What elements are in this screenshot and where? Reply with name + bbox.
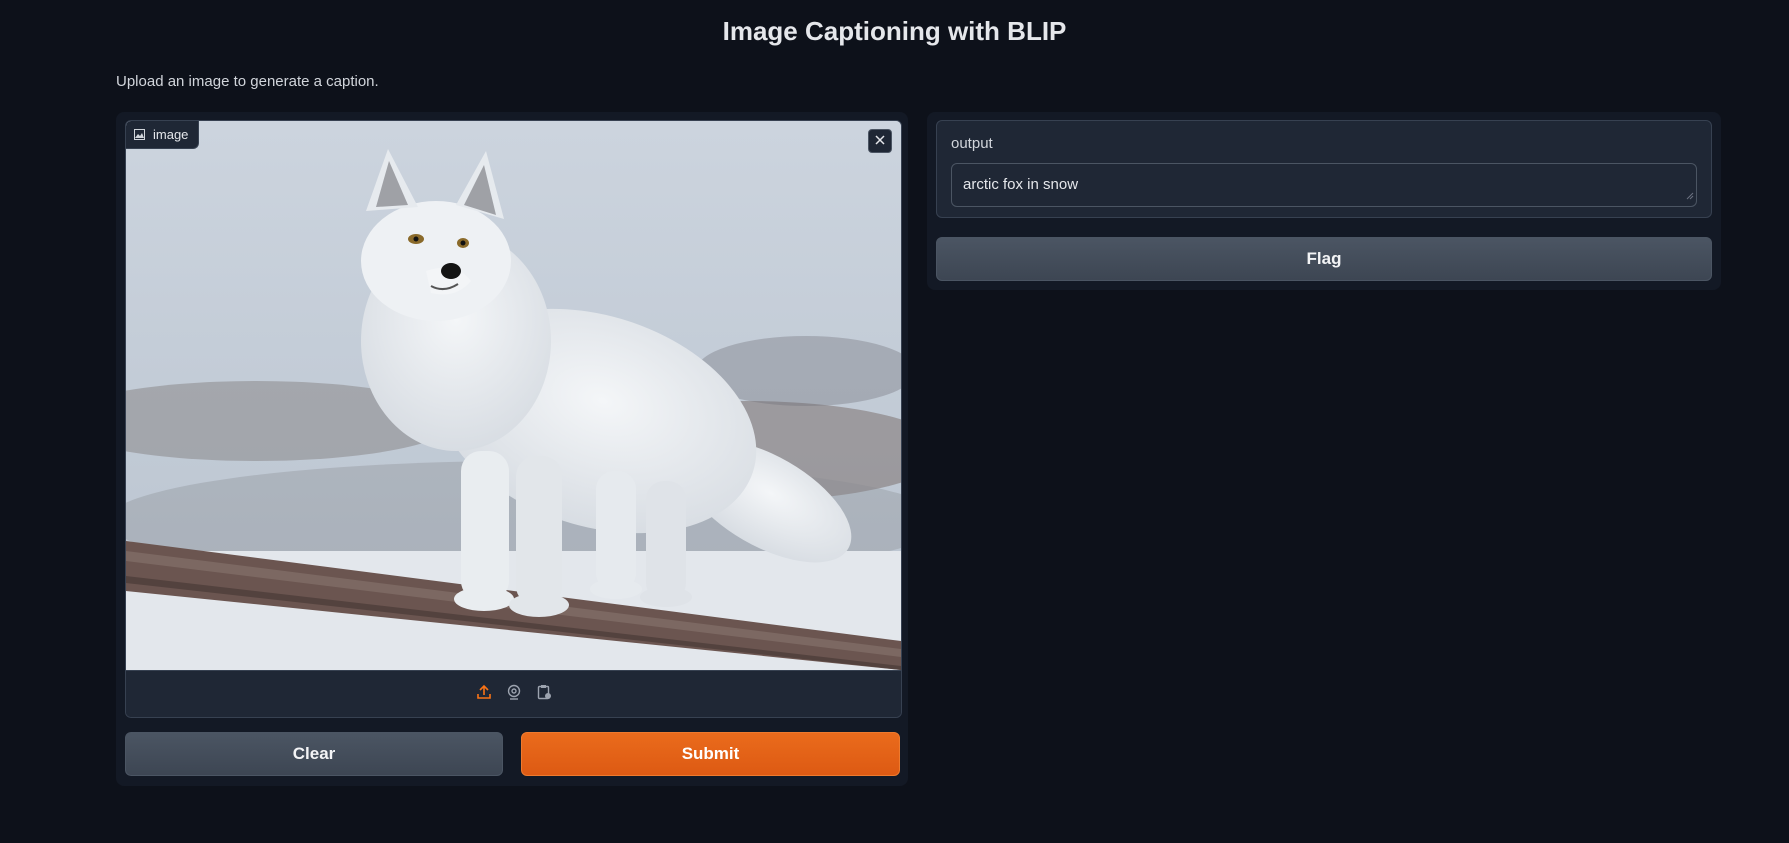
output-label: output — [951, 135, 993, 152]
flag-button[interactable]: Flag — [936, 237, 1712, 281]
input-panel: image Clear Submit — [116, 112, 908, 786]
image-input[interactable]: image — [125, 120, 902, 718]
uploaded-image — [126, 121, 901, 670]
image-icon — [134, 129, 145, 140]
upload-source-button[interactable] — [475, 684, 493, 705]
output-textbox[interactable]: arctic fox in snow — [951, 163, 1697, 207]
output-panel: output arctic fox in snow Flag — [927, 112, 1721, 290]
clipboard-icon — [536, 684, 552, 705]
clear-image-button[interactable] — [868, 129, 892, 153]
page-title: Image Captioning with BLIP — [722, 16, 1067, 46]
submit-button[interactable]: Submit — [521, 732, 900, 776]
webcam-source-button[interactable] — [505, 684, 523, 705]
resize-grip-icon[interactable] — [1686, 187, 1694, 204]
clipboard-source-button[interactable] — [535, 684, 553, 705]
output-block: output arctic fox in snow — [936, 120, 1712, 218]
clear-button[interactable]: Clear — [125, 732, 503, 776]
arctic-fox-photo — [126, 121, 901, 670]
page-description: Upload an image to generate a caption. — [116, 73, 379, 90]
close-icon — [875, 132, 885, 150]
image-label-text: image — [153, 127, 189, 142]
webcam-icon — [506, 684, 522, 705]
output-text: arctic fox in snow — [963, 176, 1079, 193]
source-selector — [126, 670, 901, 717]
upload-icon — [476, 684, 492, 705]
image-input-label: image — [126, 121, 200, 149]
